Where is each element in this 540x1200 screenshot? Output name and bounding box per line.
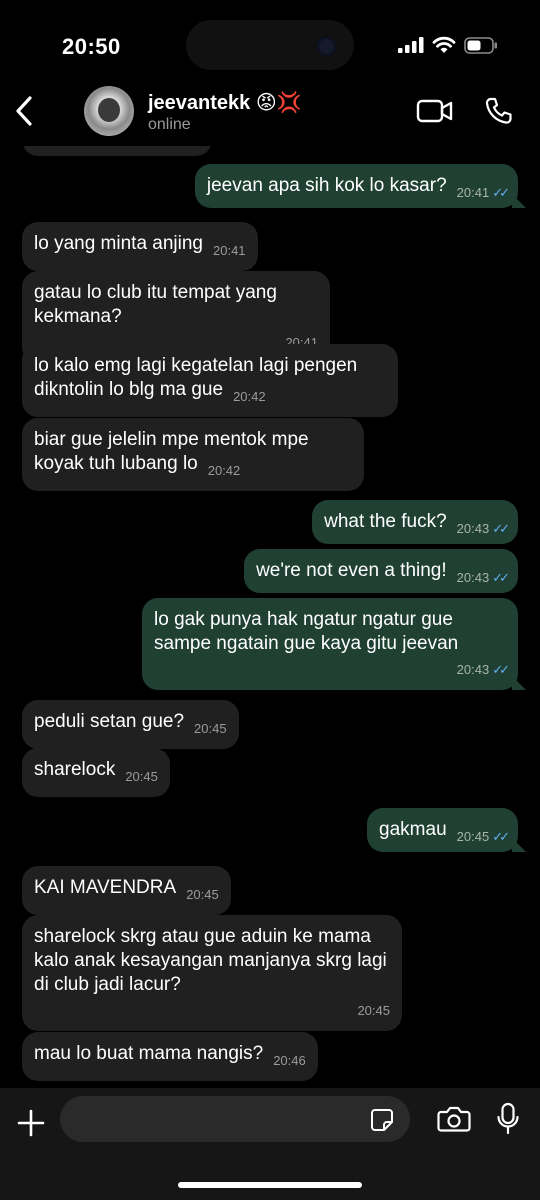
contact-status: online xyxy=(148,116,191,133)
back-chevron-icon[interactable] xyxy=(10,94,40,128)
message-time: 20:42 xyxy=(207,463,241,478)
message-text: sharelock skrg atau gue aduin ke mama ka… xyxy=(34,926,387,995)
message-bubble-incoming[interactable]: lo kalo emg lagi kegatelan lagi pengen d… xyxy=(22,344,398,417)
message-text: what the fuck? xyxy=(324,511,447,532)
message-bubble-incoming[interactable]: biar gue jelelin mpe mentok mpe koyak tu… xyxy=(22,418,364,491)
phone-icon[interactable] xyxy=(484,96,514,126)
message-text: lo gak punya hak ngatur ngatur gue sampe… xyxy=(154,609,459,654)
read-ticks-icon: ✓✓ xyxy=(492,570,510,585)
message-text: jeevan apa sih kok lo kasar? xyxy=(206,175,447,196)
message-text: mau lo buat mama nangis? xyxy=(34,1043,264,1064)
message-text: lo kalo emg lagi kegatelan lagi pengen d… xyxy=(34,355,358,400)
read-ticks-icon: ✓✓ xyxy=(492,185,510,200)
message-time: 20:42 xyxy=(233,389,266,404)
home-indicator[interactable] xyxy=(178,1182,362,1188)
message-time: 20:41 xyxy=(456,185,490,200)
avatar[interactable] xyxy=(84,86,134,136)
status-icons xyxy=(398,36,498,54)
message-bubble-incoming[interactable]: sharelock 20:45 xyxy=(22,748,170,797)
camera-icon[interactable] xyxy=(437,1105,471,1133)
message-time: 20:41 xyxy=(213,243,246,258)
message-time: 20:45 xyxy=(186,887,219,902)
message-text: gakmau xyxy=(379,819,447,840)
message-bubble-incoming[interactable]: lo yang minta anjing 20:41 xyxy=(22,222,258,271)
plus-icon[interactable] xyxy=(16,1108,46,1138)
dynamic-island xyxy=(186,20,354,70)
message-bubble-outgoing[interactable]: gakmau 20:45 ✓✓ xyxy=(367,808,526,852)
read-ticks-icon: ✓✓ xyxy=(492,829,510,844)
read-ticks-icon: ✓✓ xyxy=(492,662,510,677)
battery-icon xyxy=(464,36,497,54)
message-text: gatau lo club itu tempat yang kekmana? xyxy=(34,282,277,327)
message-text: lo yang minta anjing xyxy=(34,233,203,254)
status-bar: 20:50 xyxy=(0,0,540,88)
wifi-icon xyxy=(432,36,456,53)
message-bubble-incoming[interactable]: sharelock skrg atau gue aduin ke mama ka… xyxy=(22,915,402,1031)
message-bubble-outgoing[interactable]: we're not even a thing! 20:43 ✓✓ xyxy=(244,549,518,593)
video-call-icon[interactable] xyxy=(416,98,454,124)
message-text: sharelock xyxy=(34,759,116,780)
message-input-bar xyxy=(0,1088,540,1200)
message-time: 20:43 xyxy=(456,521,490,536)
message-bubble-incoming[interactable]: mau lo buat mama nangis? 20:46 xyxy=(22,1032,318,1081)
chat-header: jeevantekk 😡💢 online xyxy=(0,76,540,146)
microphone-icon[interactable] xyxy=(496,1102,520,1136)
message-bubble-outgoing[interactable]: jeevan apa sih kok lo kasar? 20:41 ✓✓ xyxy=(194,164,526,208)
message-text: we're not even a thing! xyxy=(256,560,447,581)
message-text: KAI MAVENDRA xyxy=(34,877,177,898)
read-ticks-icon: ✓✓ xyxy=(492,521,510,536)
message-time: 20:43 xyxy=(456,570,490,585)
message-bubble-incoming[interactable]: peduli setan gue? 20:45 xyxy=(22,700,239,749)
contact-name[interactable]: jeevantekk 😡💢 xyxy=(148,90,302,115)
sticker-icon[interactable] xyxy=(370,1108,394,1132)
message-time: 20:46 xyxy=(273,1053,306,1068)
message-bubble-outgoing[interactable]: what the fuck? 20:43 ✓✓ xyxy=(312,500,518,544)
message-text: peduli setan gue? xyxy=(34,711,185,732)
message-text: biar gue jelelin mpe mentok mpe koyak tu… xyxy=(34,429,309,474)
message-bubble-outgoing[interactable]: lo gak punya hak ngatur ngatur gue sampe… xyxy=(142,598,526,690)
message-time: 20:45 xyxy=(194,721,227,736)
message-time: 20:45 xyxy=(456,829,490,844)
message-time: 20:45 xyxy=(125,769,158,784)
message-bubble-incoming[interactable]: KAI MAVENDRA 20:45 xyxy=(22,866,231,915)
chat-messages[interactable]: jeevan apa sih kok lo kasar? 20:41 ✓✓ lo y… xyxy=(0,110,540,1090)
message-time: 20:43 xyxy=(456,662,490,677)
signal-icon xyxy=(398,37,424,53)
message-input[interactable] xyxy=(60,1096,410,1142)
message-time: 20:45 xyxy=(357,1003,390,1018)
status-time: 20:50 xyxy=(62,34,121,59)
